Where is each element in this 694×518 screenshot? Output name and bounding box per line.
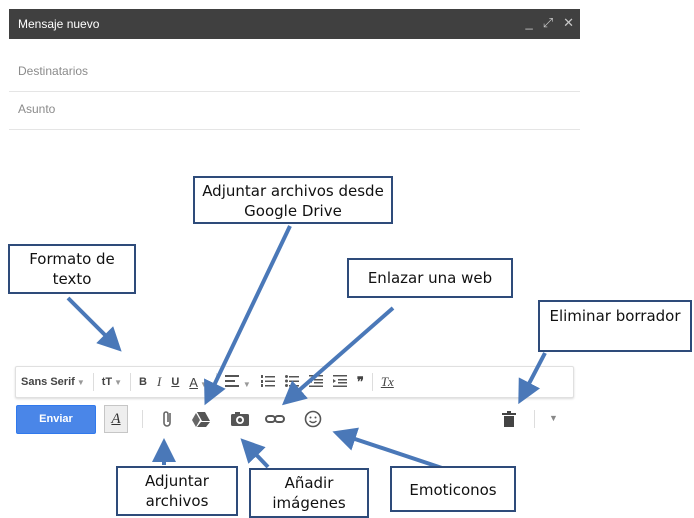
arrow-images — [240, 438, 270, 469]
callout-link: Enlazar una web — [347, 258, 513, 298]
arrow-drive — [204, 225, 292, 406]
callout-emoticons: Emoticonos — [390, 466, 516, 512]
arrow-format-text — [66, 296, 122, 352]
callout-delete-draft: Eliminar borrador — [538, 300, 692, 352]
callout-images: Añadir imágenes — [249, 468, 369, 518]
callout-format-text: Formato de texto — [8, 244, 136, 294]
arrow-delete — [518, 352, 547, 405]
arrow-link — [281, 306, 395, 406]
arrow-emoticons — [332, 427, 443, 470]
callout-drive: Adjuntar archivos desde Google Drive — [193, 176, 393, 224]
callout-attach: Adjuntar archivos — [116, 466, 238, 516]
